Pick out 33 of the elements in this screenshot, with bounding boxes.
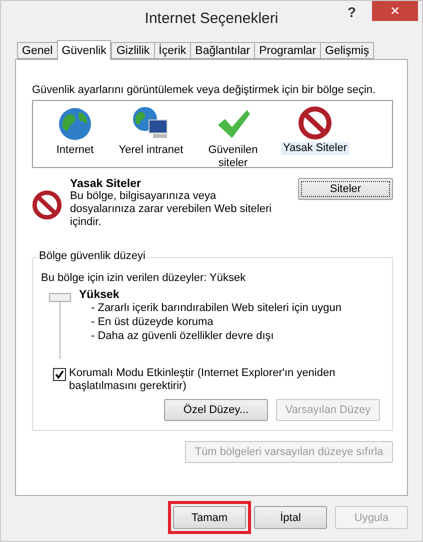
slider-thumb[interactable] <box>49 293 71 302</box>
group-legend: Bölge güvenlik düzeyi <box>37 250 148 262</box>
zone-description: Bu bölge, bilgisayarınıza veya dosyalarınıza zarar verebilen Web siteleri içindir. <box>70 190 273 229</box>
allowed-levels-text: Bu bölge için izin verilen düzeyler: Yüksek <box>41 272 247 285</box>
tab[interactable]: Gizlilik <box>111 42 155 59</box>
zone-title: Yasak Siteler <box>70 178 142 190</box>
tab[interactable]: Gelişmiş <box>320 42 374 59</box>
zone-item[interactable]: Yerel intranet <box>111 105 191 158</box>
level-description: - Daha az güvenli özellikler devre dışı <box>91 330 275 343</box>
protected-mode-label: Korumalı Modu Etkinleştir (Internet Explorer'ın yeniden başlatılmasını gerektirir) <box>69 367 336 393</box>
window-title: Internet Seçenekleri <box>144 10 278 27</box>
zone-item[interactable]: Güvenilen siteler <box>197 105 269 171</box>
dialog-button[interactable]: İptal <box>254 506 327 529</box>
globe-icon <box>57 106 93 142</box>
sites-button[interactable]: Siteler <box>298 178 393 200</box>
dialog-button[interactable]: Tamam <box>173 506 246 529</box>
tab[interactable]: Güvenlik <box>56 40 112 60</box>
protected-mode-checkbox[interactable] <box>53 368 66 381</box>
tab[interactable]: Programlar <box>254 42 322 59</box>
close-button[interactable]: ✕ <box>372 1 418 21</box>
zone-item[interactable]: Internet <box>45 105 105 158</box>
tab[interactable]: Genel <box>17 42 58 59</box>
level-description: - En üst düzeyde koruma <box>91 316 214 329</box>
no-entry-icon <box>298 106 332 140</box>
level-name: Yüksek <box>79 289 120 301</box>
zone-item[interactable]: Yasak Siteler <box>275 105 355 156</box>
level-description: - Zararlı içerik barındırabilen Web siteleri için uygun <box>91 302 342 315</box>
help-button[interactable]: ? <box>341 3 362 21</box>
no-entry-icon <box>32 190 62 220</box>
tab[interactable]: İçerik <box>154 42 192 59</box>
instruction-text: Güvenlik ayarlarını görüntülemek veya değiştirmek için bir bölge seçin. <box>32 84 377 97</box>
level-button[interactable]: Özel Düzey... <box>164 399 268 421</box>
tab[interactable]: Bağlantılar <box>190 42 256 59</box>
